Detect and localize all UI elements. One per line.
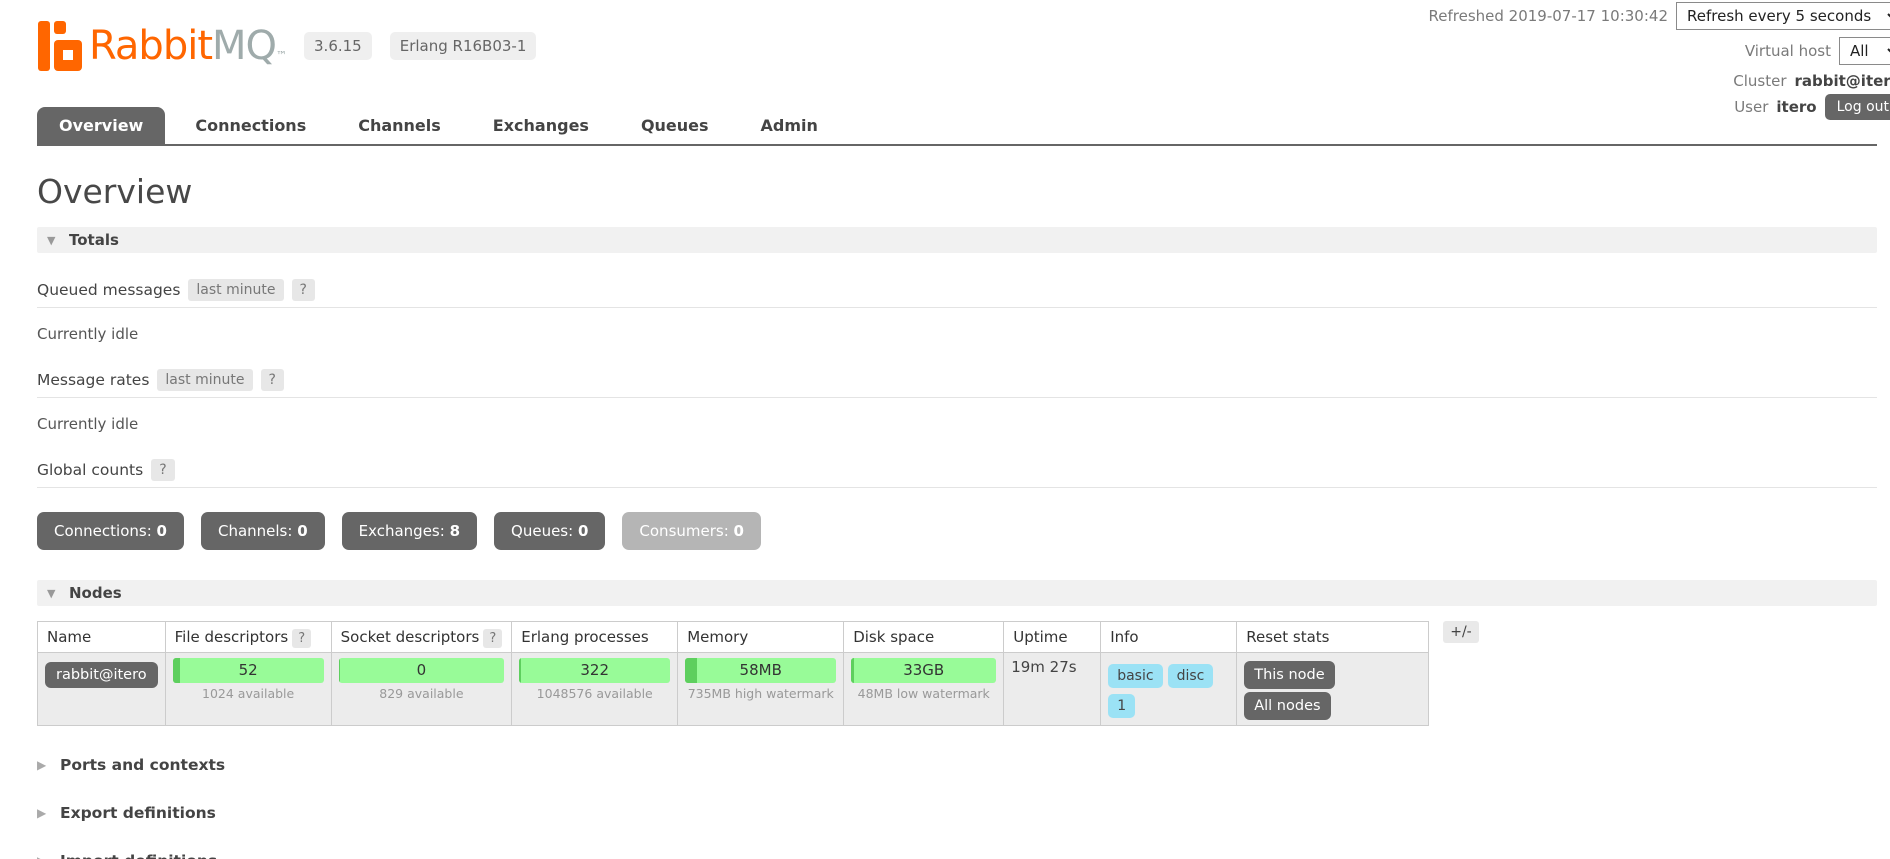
- col-socket-descriptors: Socket descriptors?: [330, 621, 513, 653]
- tab-exchanges[interactable]: Exchanges: [471, 107, 611, 144]
- col-name: Name: [37, 621, 166, 653]
- socket-descriptors-cell: 0 829 available: [330, 652, 513, 726]
- virtual-host-select[interactable]: All: [1839, 37, 1890, 65]
- tab-overview[interactable]: Overview: [37, 107, 166, 144]
- reset-stats-cell: This node All nodes: [1236, 652, 1430, 726]
- ports-and-contexts-section[interactable]: ▶ Ports and contexts: [37, 756, 1877, 774]
- exchanges-count-button[interactable]: Exchanges: 8: [341, 512, 478, 550]
- queues-count-button[interactable]: Queues: 0: [494, 512, 606, 550]
- global-counts-label: Global counts: [37, 461, 144, 479]
- import-definitions-section[interactable]: ▶ Import definitions: [37, 852, 1877, 859]
- reset-all-nodes-button[interactable]: All nodes: [1244, 692, 1331, 720]
- info-tag-basic[interactable]: basic: [1108, 664, 1163, 688]
- header: RabbitMQ™ 3.6.15 Erlang R16B03-1 Refresh…: [37, 0, 1890, 120]
- erlang-processes-available: 1048576 available: [536, 686, 653, 701]
- refreshed-timestamp: Refreshed 2019-07-17 10:30:42: [1428, 7, 1668, 25]
- refresh-interval-select[interactable]: Refresh every 5 seconds: [1676, 2, 1890, 30]
- message-rates-header: Message rates last minute ?: [37, 363, 1877, 398]
- col-reset-stats: Reset stats: [1236, 621, 1430, 653]
- file-descriptors-bar: 52: [172, 658, 324, 683]
- message-rates-status: Currently idle: [37, 415, 139, 433]
- nodes-section-header[interactable]: ▼ Nodes: [37, 580, 1877, 606]
- memory-cell: 58MB 735MB high watermark: [677, 652, 845, 726]
- rabbitmq-logo-icon: [38, 21, 82, 71]
- virtual-host-label: Virtual host: [1744, 42, 1831, 60]
- header-status-area: Refreshed 2019-07-17 10:30:42 Refresh ev…: [1429, 2, 1890, 127]
- rabbitmq-logo-text[interactable]: RabbitMQ™: [89, 23, 287, 69]
- cluster-name: rabbit@itero: [1794, 72, 1890, 90]
- socket-descriptors-available: 829 available: [379, 686, 464, 701]
- global-counts-buttons: Connections: 0 Channels: 0 Exchanges: 8 …: [37, 512, 1877, 550]
- disk-space-cell: 33GB 48MB low watermark: [843, 652, 1005, 726]
- socket-descriptors-bar: 0: [338, 658, 505, 683]
- memory-bar: 58MB: [685, 658, 837, 683]
- message-rates-label: Message rates: [37, 371, 150, 389]
- global-counts-header: Global counts ?: [37, 453, 1877, 488]
- uptime-cell: 19m 27s: [1003, 652, 1102, 726]
- queued-messages-header: Queued messages last minute ?: [37, 273, 1877, 308]
- erlang-processes-cell: 322 1048576 available: [511, 652, 679, 726]
- col-uptime: Uptime: [1003, 621, 1102, 653]
- column-selector-toggle[interactable]: +/-: [1443, 621, 1479, 643]
- nodes-table: Name File descriptors? Socket descriptor…: [37, 621, 1430, 726]
- col-info: Info: [1100, 621, 1238, 653]
- queued-messages-label: Queued messages: [37, 281, 181, 299]
- disk-space-watermark: 48MB low watermark: [857, 686, 990, 701]
- col-erlang-processes: Erlang processes: [511, 621, 679, 653]
- queued-messages-status: Currently idle: [37, 325, 139, 343]
- tab-admin[interactable]: Admin: [739, 107, 840, 144]
- disk-space-bar: 33GB: [851, 658, 997, 683]
- expand-arrow-icon: ▶: [37, 854, 60, 859]
- connections-count-button[interactable]: Connections: 0: [37, 512, 184, 550]
- version-badge: 3.6.15: [304, 32, 372, 60]
- info-tag-count[interactable]: 1: [1108, 694, 1136, 718]
- node-name-badge[interactable]: rabbit@itero: [45, 662, 158, 688]
- col-memory: Memory: [677, 621, 845, 653]
- global-counts-help-icon[interactable]: ?: [151, 459, 175, 481]
- info-cell: basic disc 1: [1100, 652, 1238, 726]
- user-name: itero: [1776, 98, 1817, 116]
- col-file-descriptors: File descriptors?: [164, 621, 332, 653]
- export-definitions-section[interactable]: ▶ Export definitions: [37, 804, 1877, 822]
- reset-this-node-button[interactable]: This node: [1244, 661, 1335, 689]
- col-disk-space: Disk space: [843, 621, 1005, 653]
- page-title: Overview: [37, 172, 193, 211]
- totals-section-title: Totals: [69, 231, 119, 249]
- expand-arrow-icon: ▶: [37, 806, 47, 820]
- file-descriptors-cell: 52 1024 available: [164, 652, 332, 726]
- file-descriptors-available: 1024 available: [202, 686, 295, 701]
- erlang-version-badge: Erlang R16B03-1: [389, 32, 537, 60]
- expand-arrow-icon: ▶: [37, 758, 47, 772]
- node-row: rabbit@itero 52 1024 available 0 829 ava…: [37, 652, 1430, 726]
- channels-count-button[interactable]: Channels: 0: [200, 512, 325, 550]
- info-tag-disc[interactable]: disc: [1167, 664, 1214, 688]
- message-rates-filter-badge[interactable]: last minute: [157, 369, 253, 391]
- file-descriptors-help-icon[interactable]: ?: [292, 629, 312, 648]
- totals-section-header[interactable]: ▼ Totals: [37, 227, 1877, 253]
- message-rates-help-icon[interactable]: ?: [260, 369, 284, 391]
- socket-descriptors-help-icon[interactable]: ?: [483, 629, 503, 648]
- tab-queues[interactable]: Queues: [619, 107, 731, 144]
- erlang-processes-bar: 322: [519, 658, 671, 683]
- nodes-section-title: Nodes: [69, 584, 122, 602]
- user-label: User: [1734, 98, 1769, 116]
- collapse-arrow-icon: ▼: [47, 233, 56, 247]
- queued-messages-help-icon[interactable]: ?: [291, 279, 315, 301]
- collapse-arrow-icon: ▼: [47, 586, 56, 600]
- queued-messages-filter-badge[interactable]: last minute: [188, 279, 284, 301]
- consumers-count-button[interactable]: Consumers: 0: [622, 512, 761, 550]
- logout-button[interactable]: Log out: [1824, 94, 1890, 120]
- tab-channels[interactable]: Channels: [336, 107, 463, 144]
- memory-watermark: 735MB high watermark: [687, 686, 834, 701]
- tab-connections[interactable]: Connections: [173, 107, 328, 144]
- nodes-table-header-row: Name File descriptors? Socket descriptor…: [37, 621, 1430, 653]
- cluster-label: Cluster: [1733, 72, 1787, 90]
- node-name-cell: rabbit@itero: [37, 652, 166, 726]
